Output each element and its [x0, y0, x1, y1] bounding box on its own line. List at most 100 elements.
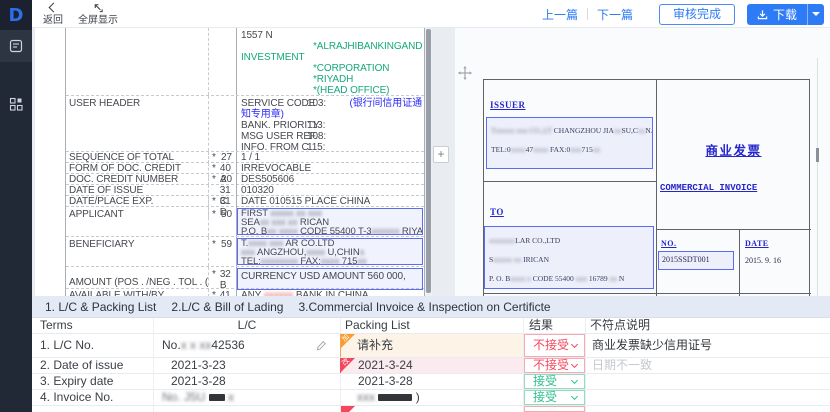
term-cell — [32, 406, 153, 412]
add-annotation-button[interactable]: + — [433, 146, 449, 163]
result-cell — [523, 406, 585, 412]
download-icon — [757, 9, 768, 20]
scrollbar-thumb[interactable] — [426, 29, 431, 293]
invoice-no-label: NO. — [661, 239, 677, 248]
result-select[interactable]: 不接受 — [524, 334, 585, 357]
chevron-down-icon — [571, 341, 578, 348]
left-panel-scrollbar[interactable] — [425, 28, 432, 296]
download-label: 下载 — [773, 6, 797, 23]
term-cell: 1. L/C No. — [32, 334, 153, 357]
invoice-no-annotation-box[interactable]: 2015SSDT001 — [658, 251, 734, 270]
badge-added: 加 — [341, 334, 355, 348]
invoice-title-chinese: 商业发票 — [656, 140, 811, 159]
remark-input[interactable]: 日期不一致 — [585, 358, 830, 373]
bank-name-line: INVESTMENT — [241, 52, 424, 63]
right-panel-scroll-mark[interactable] — [816, 148, 819, 162]
col-header-result: 结果 — [523, 318, 585, 333]
bank-seal-note: (银行间信用证通 — [349, 98, 424, 109]
next-doc-link[interactable]: 下一篇 — [597, 6, 633, 23]
commercial-invoice: ISSUER Txxxxx xxx CO.,LT CHANGZHOU JIAxx… — [483, 79, 810, 296]
document-icon — [9, 39, 23, 53]
invoice-no-value: 2015SSDT001 — [659, 252, 733, 264]
packing-list-cell: xxx ) — [340, 390, 523, 405]
lc-cell: No. J5U x — [153, 390, 340, 405]
table-row-partial — [32, 406, 830, 412]
fullscreen-button[interactable]: 全屏显示 — [72, 2, 124, 26]
packing-list-cell: 2021-3-28 — [340, 374, 523, 389]
table-header-row: Terms L/C Packing List 结果 不符点说明 — [32, 318, 830, 334]
term-cell: 3. Expiry date — [32, 374, 153, 389]
table-row: 4. Invoice No. No. J5U x xxx ) 接受 — [32, 390, 830, 406]
move-handle-icon[interactable] — [458, 66, 472, 85]
remark-input — [585, 406, 830, 412]
result-select[interactable]: 不接受 — [524, 358, 585, 373]
apps-grid-icon — [9, 97, 23, 111]
invoice-title-english: COMMERCIAL INVOICE — [660, 183, 757, 193]
lc-document-panel: 1557 N *ALRAJHI BANKING AND INVESTMENT *… — [35, 28, 432, 296]
badge-changed — [341, 406, 355, 412]
chevron-down-icon — [571, 393, 578, 400]
doc-row-applicant: APPLICANT *50 FIRST xxxxx xx xxx SEAxx x… — [66, 207, 424, 237]
invoice-date-label: DATE — [745, 239, 769, 248]
remark-input[interactable] — [585, 374, 830, 389]
doc-row: FORM OF DOC. CREDIT *40 A IRREVOCABLE — [66, 163, 424, 174]
doc-row-available: AVAILABLE WITH/BY *41 D ANY xxxxxx BANK … — [66, 289, 424, 296]
issuer-annotation-box[interactable]: Txxxxx xxx CO.,LT CHANGZHOU JIAxxSU,CxxN… — [486, 117, 653, 169]
doc-row: DATE/PLACE EXP. *31 D DATE 010515 PLACE … — [66, 196, 424, 207]
table-row: 1. L/C No. No.x x xx 42536 加 请补充 不接受 — [32, 334, 830, 358]
doc-row: DOC. CREDIT NUMBER *20 DES505606 — [66, 174, 424, 185]
fullscreen-icon — [92, 2, 104, 13]
download-button[interactable]: 下载 — [747, 4, 807, 25]
doc-row-bank-header: 1557 N *ALRAJHI BANKING AND INVESTMENT *… — [66, 28, 424, 96]
swift-message-table: 1557 N *ALRAJHI BANKING AND INVESTMENT *… — [65, 28, 425, 296]
table-row: 3. Expiry date 2021-3-28 2021-3-28 接受 — [32, 374, 830, 390]
toolbar: 返回 全屏显示 上一篇 下一篇 审核完成 — [32, 0, 830, 28]
applicant-annotation-box[interactable]: FIRST xxxxx xx xxx SEAxx xxx xx RICAN P.… — [237, 208, 423, 235]
result-cell: 接受 — [523, 390, 585, 405]
col-header-lc: L/C — [153, 318, 340, 333]
previous-doc-link[interactable]: 上一篇 — [542, 6, 578, 23]
to-label: TO — [490, 207, 504, 217]
result-select[interactable]: 接受 — [524, 390, 585, 405]
col-header-terms: Terms — [32, 318, 153, 333]
result-cell: 不接受 — [523, 334, 585, 357]
caret-down-icon — [812, 12, 820, 16]
packing-list-cell: 加 请补充 — [340, 334, 523, 357]
compare-table: Terms L/C Packing List 结果 不符点说明 1. L/C N… — [32, 318, 830, 412]
issuer-label: ISSUER — [490, 100, 526, 110]
back-label: 返回 — [43, 16, 63, 26]
term-cell: 4. Invoice No. — [32, 390, 153, 405]
to-annotation-box[interactable]: xxxxxxxLAR CO.,LTD Sxxxxx xx IRICAN P. O… — [484, 226, 654, 289]
remark-input[interactable] — [585, 390, 830, 405]
tab-lc-packing-list[interactable]: 1. L/C & Packing List — [45, 300, 156, 314]
packing-list-cell: 改 2021-3-24 — [340, 358, 523, 373]
invoice-date-value: 2015. 9. 16 — [745, 256, 781, 265]
sidebar-item-apps[interactable] — [0, 88, 32, 120]
beneficiary-annotation-box[interactable]: T.xxxx xxx AR CO.LTD xxx ANGZHOU,xxxx U,… — [237, 238, 423, 265]
invoice-document-panel: ISSUER Txxxxx xxx CO.,LT CHANGZHOU JIAxx… — [455, 28, 830, 296]
tab-lc-bill-of-lading[interactable]: 2.L/C & Bill of Lading — [171, 300, 283, 314]
page-edge-line — [817, 58, 818, 296]
doc-row: SEQUENCE OF TOTAL *27 1 / 1 — [66, 152, 424, 163]
fullscreen-label: 全屏显示 — [78, 16, 118, 26]
term-cell: 2. Date of issue — [32, 358, 153, 373]
app-logo: D — [0, 0, 32, 30]
back-button[interactable]: 返回 — [38, 2, 68, 26]
doc-row: DATE OF ISSUE 31 C 010320 — [66, 185, 424, 196]
result-select[interactable] — [524, 406, 585, 412]
edit-pen-icon[interactable] — [316, 340, 327, 351]
result-cell: 接受 — [523, 374, 585, 389]
chevron-down-icon — [571, 361, 578, 368]
bank-name-line: *ALRAJHI BANKING AND — [241, 41, 424, 52]
lc-cell: 2021-3-23 — [153, 358, 340, 373]
lc-cell — [153, 406, 340, 412]
redacted-block — [378, 394, 412, 401]
remark-input[interactable]: 商业发票缺少信用证号 — [585, 334, 830, 357]
result-select[interactable]: 接受 — [524, 374, 585, 389]
review-done-button[interactable]: 审核完成 — [659, 4, 735, 25]
download-more-button[interactable] — [807, 4, 824, 25]
sidebar-item-document-review[interactable] — [0, 30, 32, 62]
amount-annotation-box[interactable]: CURRENCY USD AMOUNT 560 000, — [237, 268, 423, 290]
chevron-down-icon — [571, 377, 578, 384]
tab-invoice-inspection-certificate[interactable]: 3.Commercial Invoice & Inspection on Cer… — [298, 300, 550, 314]
